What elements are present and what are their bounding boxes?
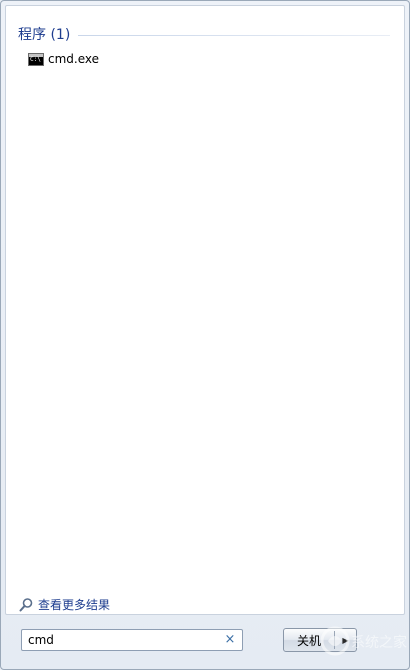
see-more-results-link[interactable]: 查看更多结果 xyxy=(18,596,110,613)
svg-text:系统之家: 系统之家 xyxy=(351,634,407,651)
result-item-cmd[interactable]: cmd.exe xyxy=(28,50,103,68)
result-item-label: cmd.exe xyxy=(48,52,100,66)
search-results-pane: 程序 (1) cmd.exe 查看更多结果 xyxy=(5,5,405,615)
search-icon xyxy=(19,597,33,611)
clear-search-icon[interactable]: × xyxy=(222,632,238,648)
programs-group-title: 程序 (1) xyxy=(18,27,71,43)
see-more-results-label: 查看更多结果 xyxy=(38,598,111,612)
search-input[interactable] xyxy=(22,631,222,649)
cmd-console-icon xyxy=(28,52,44,66)
programs-group-header: 程序 (1) xyxy=(18,24,390,44)
group-divider xyxy=(78,34,390,36)
watermark-logo: 系统之家 xyxy=(320,626,407,656)
start-menu-search-panel: 程序 (1) cmd.exe 查看更多结果 × 关机 ▶ 系统之家 xyxy=(0,0,410,670)
search-box[interactable]: × xyxy=(21,629,243,651)
